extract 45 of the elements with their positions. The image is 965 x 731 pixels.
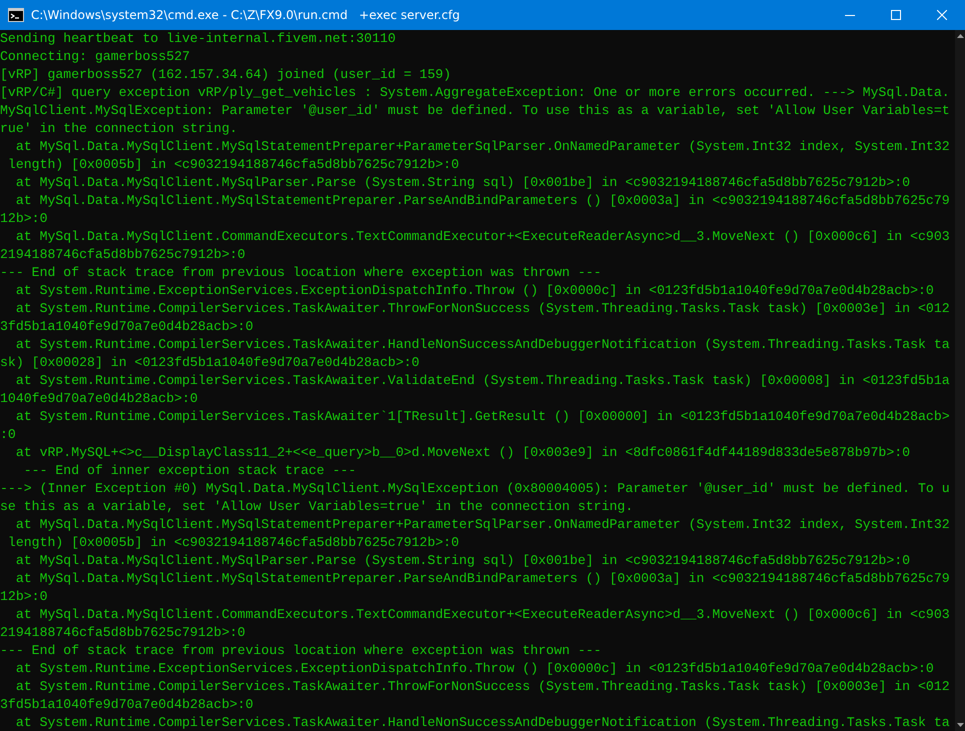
scroll-down-icon[interactable] (956, 723, 964, 727)
console-line: MySqlClient.MySqlException: Parameter '@user_id' must be defined. To use this as a variable, set 'Allow User Variables=t (0, 103, 950, 120)
console-line: [vRP] gamerboss527 (162.157.34.64) joined (user_id = 159) (0, 67, 452, 84)
console-line: at System.Runtime.CompilerServices.TaskAwaiter.HandleNonSuccessAndDebuggerNotification (System.Threading.Tasks.Task ta (14, 715, 950, 731)
console-line: at System.Runtime.ExceptionServices.ExceptionDispatchInfo.Throw () [0x0000c] in <0123fd5b1a1040fe9d70a7e0d4b28acb>:0 (14, 661, 934, 678)
console-line: 2194188746cfa5d8bb7625c7912b>:0 (0, 625, 246, 642)
console-line: at System.Runtime.CompilerServices.TaskAwaiter`1[TResult].GetResult () [0x00000] in <0123fd5b1a1040fe9d70a7e0d4b28acb> (14, 409, 950, 426)
console-line: :0 (0, 427, 16, 444)
console-line: at MySql.Data.MySqlClient.CommandExecutors.TextCommandExecutor+<ExecuteReaderAsync>d__3.MoveNext () [0x000c6] in <c903 (14, 229, 950, 246)
console-line: --- End of inner exception stack trace --- (22, 463, 356, 480)
console-line: Connecting: gamerboss527 (0, 49, 190, 66)
console-line: at MySql.Data.MySqlClient.MySqlStatementPreparer+ParameterSqlParser.OnNamedParameter (System.Int32 index, System.Int32 (14, 139, 950, 156)
console-line: ---> (Inner Exception #0) MySql.Data.MySqlClient.MySqlException (0x80004005): Parameter '@user_id' must be defined. To u (0, 481, 950, 498)
console-line: rue' in the connection string. (0, 121, 238, 138)
console-line: 3fd5b1a1040fe9d70a7e0d4b28acb>:0 (0, 319, 254, 336)
console-line: at System.Runtime.CompilerServices.TaskAwaiter.ThrowForNonSuccess (System.Threading.Tasks.Task task) [0x0003e] in <012 (14, 679, 950, 696)
maximize-icon (891, 10, 901, 20)
console-line: Sending heartbeat to live-internal.fivem.net:30110 (0, 31, 396, 48)
console-line: 12b>:0 (0, 211, 48, 228)
window-title: C:\Windows\system32\cmd.exe - C:\Z\FX9.0\run.cmd +exec server.cfg (31, 8, 461, 22)
console-line: at System.Runtime.ExceptionServices.ExceptionDispatchInfo.Throw () [0x0000c] in <0123fd5b1a1040fe9d70a7e0d4b28acb>:0 (14, 283, 934, 300)
scroll-up-icon[interactable] (956, 34, 964, 38)
console-line: at System.Runtime.CompilerServices.TaskAwaiter.HandleNonSuccessAndDebuggerNotification (System.Threading.Tasks.Task ta (14, 337, 950, 354)
console-line: at MySql.Data.MySqlClient.MySqlParser.Parse (System.String sql) [0x001be] in <c9032194188746cfa5d8bb7625c7912b>:0 (14, 175, 910, 192)
console-line: --- End of stack trace from previous location where exception was thrown --- (0, 265, 602, 282)
console-line: at MySql.Data.MySqlClient.CommandExecutors.TextCommandExecutor+<ExecuteReaderAsync>d__3.MoveNext () [0x000c6] in <c903 (14, 607, 950, 624)
console-line: 1040fe9d70a7e0d4b28acb>:0 (0, 391, 198, 408)
terminal-icon (8, 8, 24, 22)
console-line: at System.Runtime.CompilerServices.TaskAwaiter.ThrowForNonSuccess (System.Threading.Tasks.Task task) [0x0003e] in <012 (14, 301, 950, 318)
console-line: at MySql.Data.MySqlClient.MySqlStatementPreparer+ParameterSqlParser.OnNamedParameter (System.Int32 index, System.Int32 (14, 517, 950, 534)
console-line: 2194188746cfa5d8bb7625c7912b>:0 (0, 247, 246, 264)
console-line: [vRP/C#] query exception vRP/ply_get_vehicles : System.AggregateException: One or more errors occurred. ---> MySql.Data. (0, 85, 950, 102)
console-line: length) [0x0005b] in <c9032194188746cfa5d8bb7625c7912b>:0 (6, 157, 459, 174)
console-line: se this as a variable, set 'Allow User Variables=true' in the connection string. (0, 499, 634, 516)
console-line: 12b>:0 (0, 589, 48, 606)
console-line: --- End of stack trace from previous location where exception was thrown --- (0, 643, 602, 660)
console-line: at vRP.MySQL+<>c__DisplayClass11_2+<<e_query>b__0>d.MoveNext () [0x003e9] in <8dfc0861f4df44189d833de5e878b97b>:0 (14, 445, 910, 462)
console-line: sk) [0x00028] in <0123fd5b1a1040fe9d70a7e0d4b28acb>:0 (0, 355, 420, 372)
close-icon (937, 10, 947, 20)
console-line: at System.Runtime.CompilerServices.TaskAwaiter.ValidateEnd (System.Threading.Tasks.Task task) [0x00008] in <0123fd5b1a (14, 373, 950, 390)
console-line: length) [0x0005b] in <c9032194188746cfa5d8bb7625c7912b>:0 (6, 535, 459, 552)
console-line: at MySql.Data.MySqlClient.MySqlStatementPreparer.ParseAndBindParameters () [0x0003a] in <c9032194188746cfa5d8bb7625c79 (14, 193, 950, 210)
console-line: at MySql.Data.MySqlClient.MySqlParser.Parse (System.String sql) [0x001be] in <c9032194188746cfa5d8bb7625c7912b>:0 (14, 553, 910, 570)
console-line: at MySql.Data.MySqlClient.MySqlStatementPreparer.ParseAndBindParameters () [0x0003a] in <c9032194188746cfa5d8bb7625c79 (14, 571, 950, 588)
console-line: 3fd5b1a1040fe9d70a7e0d4b28acb>:0 (0, 697, 254, 714)
